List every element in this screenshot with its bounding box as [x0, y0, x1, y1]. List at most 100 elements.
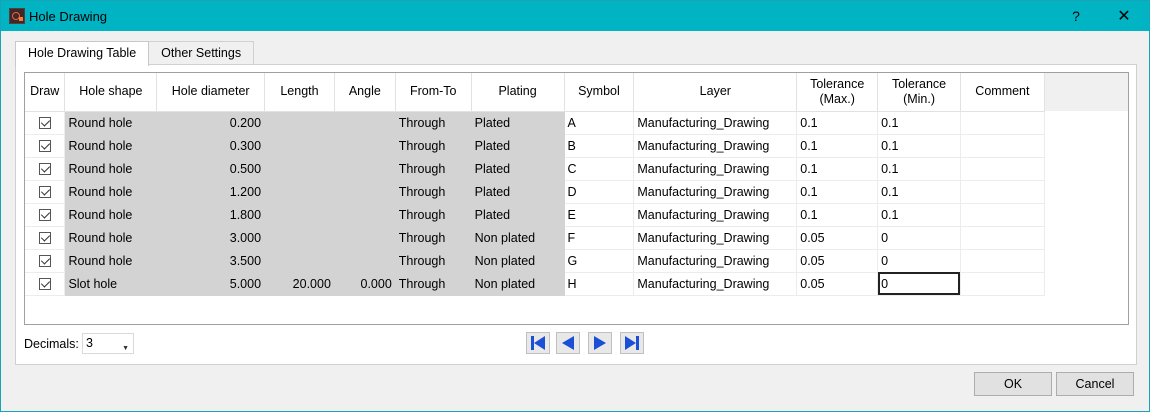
cell-hole-shape[interactable]: Round hole [64, 157, 158, 181]
cell-tolerance-max[interactable]: 0.05 [796, 272, 879, 296]
cell-tolerance-min[interactable]: 0.1 [877, 203, 961, 227]
cell-angle[interactable] [334, 180, 396, 204]
tab-other-settings[interactable]: Other Settings [148, 41, 255, 65]
column-header-from-to[interactable]: From-To [395, 73, 472, 112]
cell-angle[interactable] [334, 157, 396, 181]
column-header-hole-shape[interactable]: Hole shape [64, 73, 158, 112]
title-bar[interactable]: Hole Drawing ? ✕ [1, 1, 1149, 31]
cell-angle[interactable] [334, 203, 396, 227]
column-header-plating[interactable]: Plating [471, 73, 565, 112]
cell-hole-shape[interactable]: Round hole [64, 203, 158, 227]
cell-tolerance-max[interactable]: 0.1 [796, 111, 879, 135]
cell-draw[interactable] [25, 157, 66, 181]
column-header-comment[interactable]: Comment [960, 73, 1045, 112]
cell-symbol[interactable]: E [564, 203, 635, 227]
cell-comment[interactable] [960, 111, 1045, 135]
table-row[interactable]: Round hole 1.200 Through Plated D Manufacturi… [25, 180, 1128, 204]
cell-tolerance-max[interactable]: 0.05 [796, 249, 879, 273]
cell-hole-shape[interactable]: Round hole [64, 226, 158, 250]
cell-plating[interactable]: Plated [471, 111, 565, 135]
cell-from-to[interactable]: Through [395, 203, 472, 227]
cell-draw[interactable] [25, 180, 66, 204]
column-header-draw[interactable]: Draw [25, 73, 66, 112]
cell-comment[interactable] [960, 180, 1045, 204]
column-header-angle[interactable]: Angle [334, 73, 396, 112]
cell-hole-shape[interactable]: Round hole [64, 134, 158, 158]
cell-plating[interactable]: Non plated [471, 272, 565, 296]
draw-checkbox[interactable] [38, 163, 51, 176]
cell-plating[interactable]: Plated [471, 180, 565, 204]
draw-checkbox[interactable] [38, 186, 51, 199]
last-page-button[interactable] [620, 332, 644, 354]
cell-symbol[interactable]: C [564, 157, 635, 181]
decimals-select[interactable]: 3 ▼ [82, 333, 134, 354]
cell-hole-shape[interactable]: Round hole [64, 249, 158, 273]
cell-hole-diameter[interactable]: 1.200 [156, 180, 266, 204]
cell-draw[interactable] [25, 226, 66, 250]
cell-symbol[interactable]: F [564, 226, 635, 250]
cell-symbol[interactable]: D [564, 180, 635, 204]
draw-checkbox[interactable] [38, 232, 51, 245]
table-row[interactable]: Round hole 1.800 Through Plated E Manufacturi… [25, 203, 1128, 227]
cell-angle[interactable] [334, 226, 396, 250]
cell-length[interactable]: 20.000 [264, 272, 335, 296]
draw-checkbox[interactable] [38, 140, 51, 153]
table-row[interactable]: Slot hole 5.000 20.000 0.000 Through Non plat… [25, 272, 1128, 296]
cell-comment[interactable] [960, 272, 1045, 296]
cell-draw[interactable] [25, 249, 66, 273]
cell-length[interactable] [264, 157, 335, 181]
tab-hole-drawing-table[interactable]: Hole Drawing Table [15, 41, 150, 66]
cell-length[interactable] [264, 134, 335, 158]
cell-comment[interactable] [960, 249, 1045, 273]
cell-tolerance-min[interactable]: 0.1 [877, 111, 961, 135]
cell-length[interactable] [264, 203, 335, 227]
cell-tolerance-max[interactable]: 0.05 [796, 226, 879, 250]
help-button[interactable]: ? [1053, 1, 1099, 31]
cell-from-to[interactable]: Through [395, 134, 472, 158]
cell-tolerance-max[interactable]: 0.1 [796, 180, 879, 204]
cell-symbol[interactable]: B [564, 134, 635, 158]
cell-angle[interactable] [334, 111, 396, 135]
cell-hole-diameter[interactable]: 0.500 [156, 157, 266, 181]
table-row[interactable]: Round hole 3.500 Through Non plated G Manufac… [25, 249, 1128, 273]
cell-tolerance-min[interactable]: 0.1 [877, 134, 961, 158]
column-header-tolerance-min[interactable]: Tolerance (Min.) [877, 73, 961, 112]
cell-draw[interactable] [25, 134, 66, 158]
cell-plating[interactable]: Non plated [471, 226, 565, 250]
cell-tolerance-max[interactable]: 0.1 [796, 203, 879, 227]
cell-hole-shape[interactable]: Slot hole [64, 272, 158, 296]
draw-checkbox[interactable] [38, 255, 51, 268]
cell-layer[interactable]: Manufacturing_Drawing [633, 249, 798, 273]
cancel-button[interactable]: Cancel [1056, 372, 1134, 396]
cell-symbol[interactable]: H [564, 272, 635, 296]
table-row[interactable]: Round hole 0.500 Through Plated C Manufacturi… [25, 157, 1128, 181]
cell-from-to[interactable]: Through [395, 157, 472, 181]
cell-symbol[interactable]: A [564, 111, 635, 135]
cell-tolerance-min[interactable]: 0.1 [877, 157, 961, 181]
first-page-button[interactable] [526, 332, 550, 354]
close-button[interactable]: ✕ [1101, 1, 1147, 31]
draw-checkbox[interactable] [38, 209, 51, 222]
cell-hole-shape[interactable]: Round hole [64, 180, 158, 204]
cell-plating[interactable]: Plated [471, 134, 565, 158]
cell-draw[interactable] [25, 272, 66, 296]
cell-hole-diameter[interactable]: 0.200 [156, 111, 266, 135]
cell-comment[interactable] [960, 226, 1045, 250]
cell-tolerance-max[interactable]: 0.1 [796, 157, 879, 181]
cell-comment[interactable] [960, 134, 1045, 158]
cell-hole-shape[interactable]: Round hole [64, 111, 158, 135]
column-header-layer[interactable]: Layer [633, 73, 798, 112]
table-row[interactable]: Round hole 3.000 Through Non plated F Manufac… [25, 226, 1128, 250]
cell-plating[interactable]: Plated [471, 203, 565, 227]
cell-angle[interactable]: 0.000 [334, 272, 396, 296]
cell-layer[interactable]: Manufacturing_Drawing [633, 203, 798, 227]
ok-button[interactable]: OK [974, 372, 1052, 396]
cell-layer[interactable]: Manufacturing_Drawing [633, 180, 798, 204]
cell-layer[interactable]: Manufacturing_Drawing [633, 226, 798, 250]
cell-plating[interactable]: Non plated [471, 249, 565, 273]
draw-checkbox[interactable] [38, 278, 51, 291]
cell-length[interactable] [264, 249, 335, 273]
cell-hole-diameter[interactable]: 5.000 [156, 272, 266, 296]
table-row[interactable]: Round hole 0.200 Through Plated A Manufacturi… [25, 111, 1128, 135]
cell-from-to[interactable]: Through [395, 180, 472, 204]
